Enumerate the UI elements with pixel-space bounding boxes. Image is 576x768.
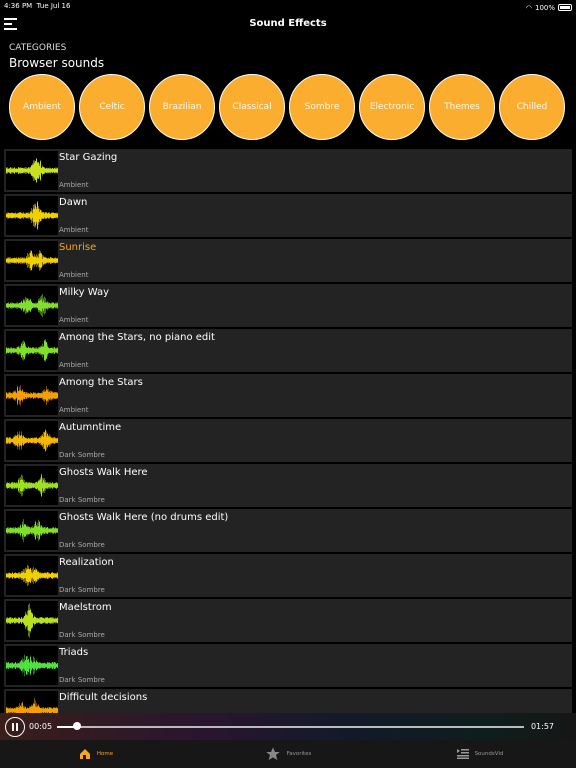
home-icon <box>79 749 90 759</box>
track-title: Realization <box>59 557 114 568</box>
category-classical[interactable]: Classical <box>219 74 285 140</box>
waveform-thumbnail <box>6 286 58 325</box>
track-category: Dark Sombre <box>59 676 105 684</box>
track-category: Ambient <box>59 271 89 279</box>
track-category: Dark Sombre <box>59 451 105 459</box>
track-title: Star Gazing <box>59 152 118 163</box>
status-time: 4:36 PM <box>4 2 33 10</box>
wifi-icon: ◠ <box>525 3 532 12</box>
category-chilled[interactable]: Chilled <box>499 74 565 140</box>
waveform-thumbnail <box>6 151 58 190</box>
track-title: Triads <box>59 647 89 658</box>
waveform-thumbnail <box>6 376 58 415</box>
track-row[interactable]: Among the Stars, no piano edit Ambient <box>4 329 572 372</box>
track-row[interactable]: Autumntime Dark Sombre <box>4 419 572 462</box>
track-row[interactable]: Dawn Ambient <box>4 194 572 237</box>
track-category: Dark Sombre <box>59 496 105 504</box>
waveform-thumbnail <box>6 466 58 505</box>
track-row[interactable]: Ghosts Walk Here (no drums edit) Dark So… <box>4 509 572 552</box>
status-date: Tue Jul 16 <box>36 2 71 10</box>
battery-icon <box>558 4 572 11</box>
waveform-thumbnail <box>6 646 58 685</box>
menu-icon[interactable] <box>4 18 17 33</box>
track-title: Maelstrom <box>59 602 112 613</box>
category-sombre[interactable]: Sombre <box>289 74 355 140</box>
track-row[interactable]: Star Gazing Ambient <box>4 149 572 192</box>
track-title: Sunrise <box>59 242 97 253</box>
track-category: Ambient <box>59 316 89 324</box>
track-title: Among the Stars <box>59 377 143 388</box>
waveform-thumbnail <box>6 511 58 550</box>
category-electronic[interactable]: Electronic <box>359 74 425 140</box>
waveform-thumbnail <box>6 331 58 370</box>
track-row[interactable]: Maelstrom Dark Sombre <box>4 599 572 642</box>
categories-heading: CATEGORIES <box>9 43 67 53</box>
track-row[interactable]: Sunrise Ambient <box>4 239 572 282</box>
waveform-thumbnail <box>6 421 58 460</box>
track-category: Dark Sombre <box>59 541 105 549</box>
category-list: Ambient Celtic Brazilian Classical Sombre Ele… <box>0 70 576 140</box>
tab-bar: Home Favorites SoundsVid <box>0 740 576 768</box>
category-ambient[interactable]: Ambient <box>9 74 75 140</box>
tab-soundsvid[interactable]: SoundsVid <box>384 740 576 768</box>
category-celtic[interactable]: Celtic <box>79 74 145 140</box>
track-title: Ghosts Walk Here <box>59 467 148 478</box>
tab-home[interactable]: Home <box>0 740 192 768</box>
track-title: Difficult decisions <box>59 692 148 703</box>
seek-slider[interactable] <box>57 722 524 730</box>
track-category: Ambient <box>59 181 89 189</box>
track-title: Autumntime <box>59 422 122 433</box>
track-row[interactable]: Ghosts Walk Here Dark Sombre <box>4 464 572 507</box>
track-category: Ambient <box>59 361 89 369</box>
track-category: Dark Sombre <box>59 586 105 594</box>
track-category: Dark Sombre <box>59 631 105 639</box>
track-category: Ambient <box>59 406 89 414</box>
category-brazilian[interactable]: Brazilian <box>149 74 215 140</box>
audio-player: 00:05 01:57 <box>0 713 576 740</box>
seek-handle[interactable] <box>73 722 82 730</box>
waveform-thumbnail <box>6 601 58 640</box>
elapsed-time: 00:05 <box>29 722 53 731</box>
tab-label: Favorites <box>286 751 312 757</box>
category-themes[interactable]: Themes <box>429 74 495 140</box>
track-category: Ambient <box>59 226 89 234</box>
tab-label: Home <box>96 751 114 757</box>
waveform-thumbnail <box>6 556 58 595</box>
pause-button[interactable] <box>5 717 25 737</box>
track-list[interactable]: Star Gazing Ambient Dawn Ambient Sunrise… <box>4 149 572 713</box>
tab-label: SoundsVid <box>474 751 504 757</box>
track-title: Ghosts Walk Here (no drums edit) <box>59 512 229 523</box>
waveform-thumbnail <box>6 691 58 713</box>
track-row[interactable]: Among the Stars Ambient <box>4 374 572 417</box>
categories-subheading: Browser sounds <box>9 56 105 70</box>
nav-bar: Sound Effects <box>0 13 576 35</box>
waveform-thumbnail <box>6 241 58 280</box>
track-title: Among the Stars, no piano edit <box>59 332 215 343</box>
duration-time: 01:57 <box>530 722 554 731</box>
video-list-icon <box>456 749 469 759</box>
page-title: Sound Effects <box>249 18 327 29</box>
track-row[interactable]: Realization Dark Sombre <box>4 554 572 597</box>
star-icon <box>265 747 280 760</box>
track-row[interactable]: Milky Way Ambient <box>4 284 572 327</box>
battery-percent: 100% <box>534 3 555 12</box>
track-row[interactable]: Triads Dark Sombre <box>4 644 572 687</box>
track-title: Milky Way <box>59 287 110 298</box>
status-bar: 4:36 PM Tue Jul 16 ◠ 100% <box>0 0 576 13</box>
waveform-thumbnail <box>6 196 58 235</box>
track-title: Dawn <box>59 197 88 208</box>
tab-favorites[interactable]: Favorites <box>192 740 384 768</box>
track-row[interactable]: Difficult decisions <box>4 689 572 713</box>
